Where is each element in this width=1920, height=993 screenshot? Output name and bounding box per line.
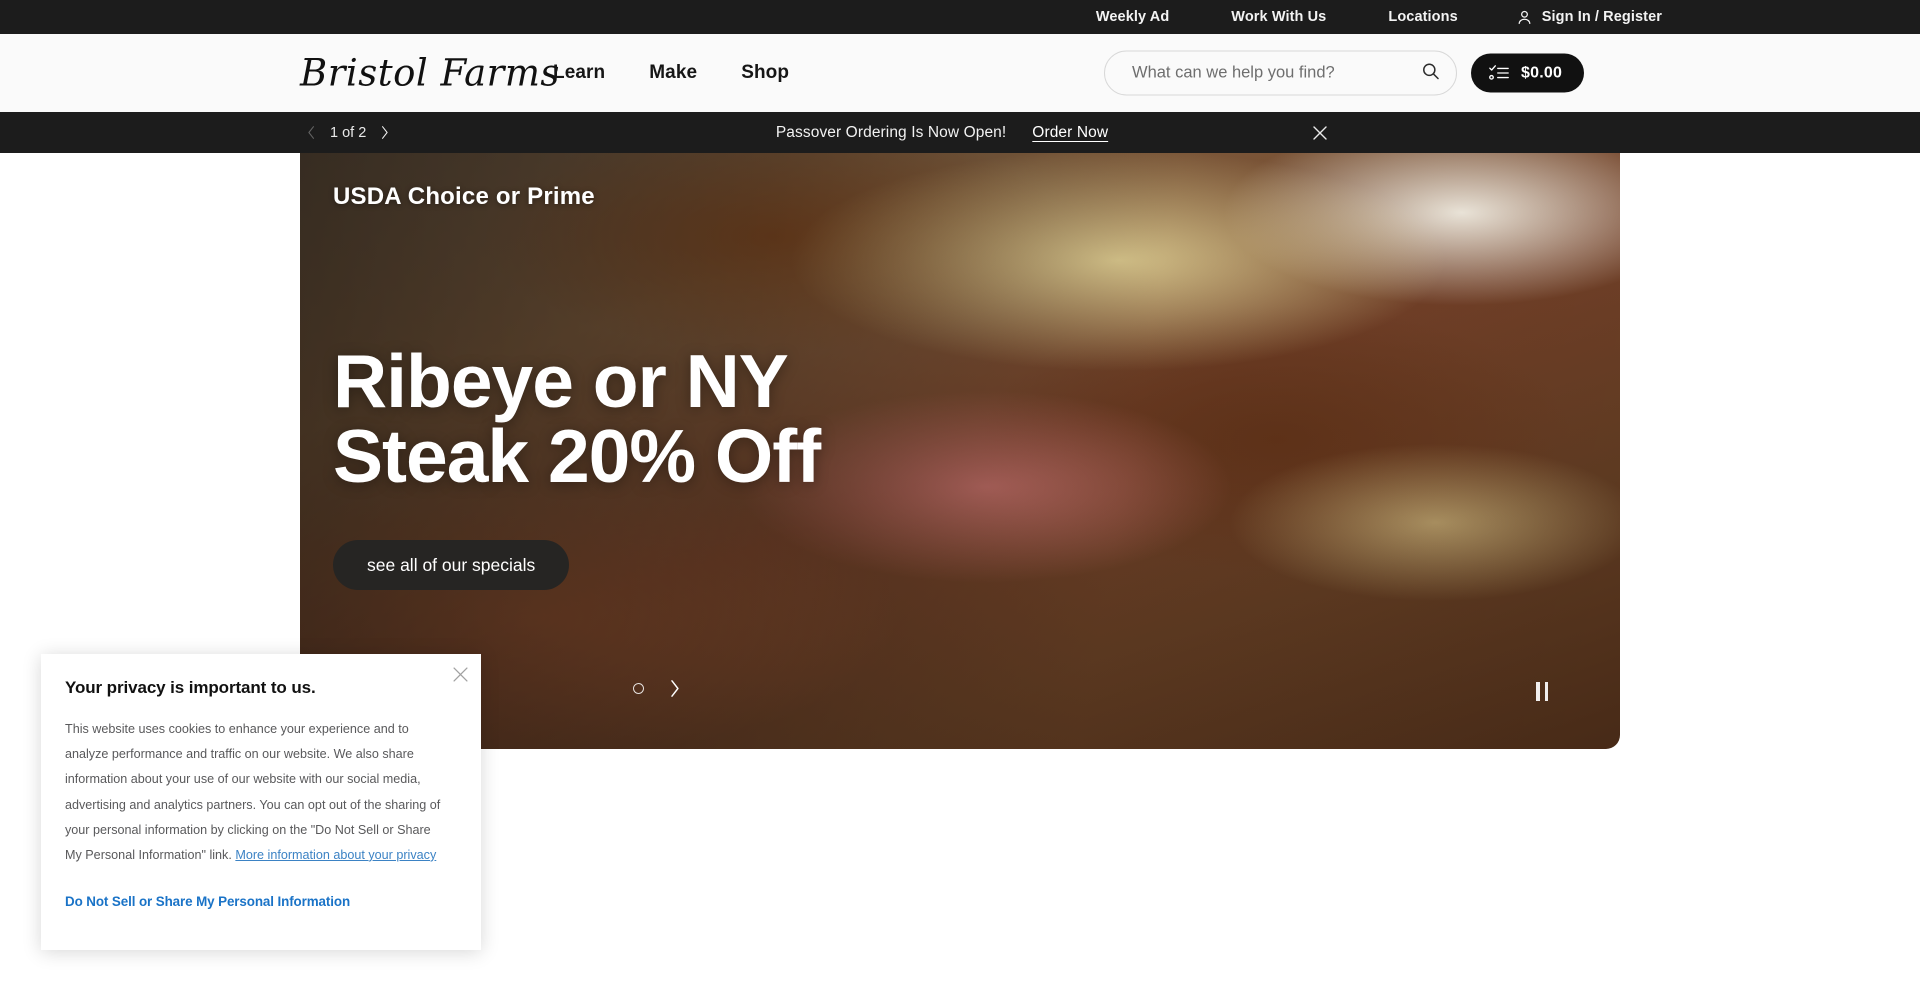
search-input[interactable] [1132, 63, 1421, 83]
announcement-cta-link[interactable]: Order Now [1032, 124, 1108, 142]
person-icon [1516, 9, 1533, 26]
cookie-banner-text: This website uses cookies to enhance you… [65, 722, 441, 862]
hero-pause-icon[interactable] [1536, 682, 1548, 701]
announcement-content: Passover Ordering Is Now Open! Order Now [776, 124, 1108, 142]
hero-next-icon[interactable] [666, 680, 683, 697]
announcement-pager: 1 of 2 [305, 125, 391, 141]
announcement-message: Passover Ordering Is Now Open! [775, 123, 1007, 141]
hero-carousel-controls [633, 680, 683, 697]
main-navigation: Learn Make Shop [553, 62, 789, 84]
utility-link-weekly-ad[interactable]: Weekly Ad [1096, 9, 1169, 25]
chevron-right-icon[interactable] [378, 126, 391, 139]
hero-title-line-2: Steak 20% Off [333, 414, 821, 498]
site-logo[interactable]: Bristol Farms [300, 55, 560, 92]
nav-item-shop[interactable]: Shop [741, 62, 789, 84]
cookie-banner-body: This website uses cookies to enhance you… [65, 717, 447, 868]
nav-item-learn[interactable]: Learn [553, 62, 605, 84]
sign-in-register-button[interactable]: Sign In / Register [1516, 9, 1662, 26]
site-header: Bristol Farms Learn Make Shop $0.00 [0, 34, 1920, 112]
cookie-banner-close-icon[interactable] [453, 667, 468, 682]
cookie-privacy-link[interactable]: More information about your privacy [235, 848, 436, 862]
hero-content: USDA Choice or Prime Ribeye or NY Steak … [333, 153, 1053, 590]
announcement-close-icon[interactable] [1313, 125, 1327, 140]
sign-in-register-label: Sign In / Register [1541, 9, 1662, 25]
search-icon[interactable] [1421, 61, 1440, 85]
utility-link-work-with-us[interactable]: Work With Us [1231, 9, 1326, 25]
utility-bar: Weekly Ad Work With Us Locations Sign In… [0, 0, 1920, 34]
hero-title-line-1: Ribeye or NY [333, 339, 789, 423]
announcement-bar: 1 of 2 Passover Ordering Is Now Open! Or… [0, 112, 1920, 153]
nav-item-make[interactable]: Make [649, 62, 697, 84]
hero-eyebrow: USDA Choice or Prime [333, 183, 595, 210]
search-bar[interactable] [1104, 50, 1457, 96]
do-not-sell-link[interactable]: Do Not Sell or Share My Personal Informa… [65, 894, 350, 909]
privacy-cookie-banner: Your privacy is important to us. This we… [41, 654, 481, 950]
hero-title: Ribeye or NY Steak 20% Off [333, 344, 1053, 494]
hero-cta-button[interactable]: see all of our specials [333, 540, 570, 590]
hero-carousel-dot[interactable] [633, 683, 644, 694]
utility-link-locations[interactable]: Locations [1388, 9, 1457, 25]
list-check-icon [1489, 65, 1509, 82]
cart-total: $0.00 [1521, 64, 1563, 81]
cart-button[interactable]: $0.00 [1471, 53, 1585, 93]
announcement-page-count: 1 of 2 [330, 124, 367, 141]
cookie-banner-title: Your privacy is important to us. [65, 678, 316, 697]
chevron-left-icon[interactable] [305, 126, 318, 139]
